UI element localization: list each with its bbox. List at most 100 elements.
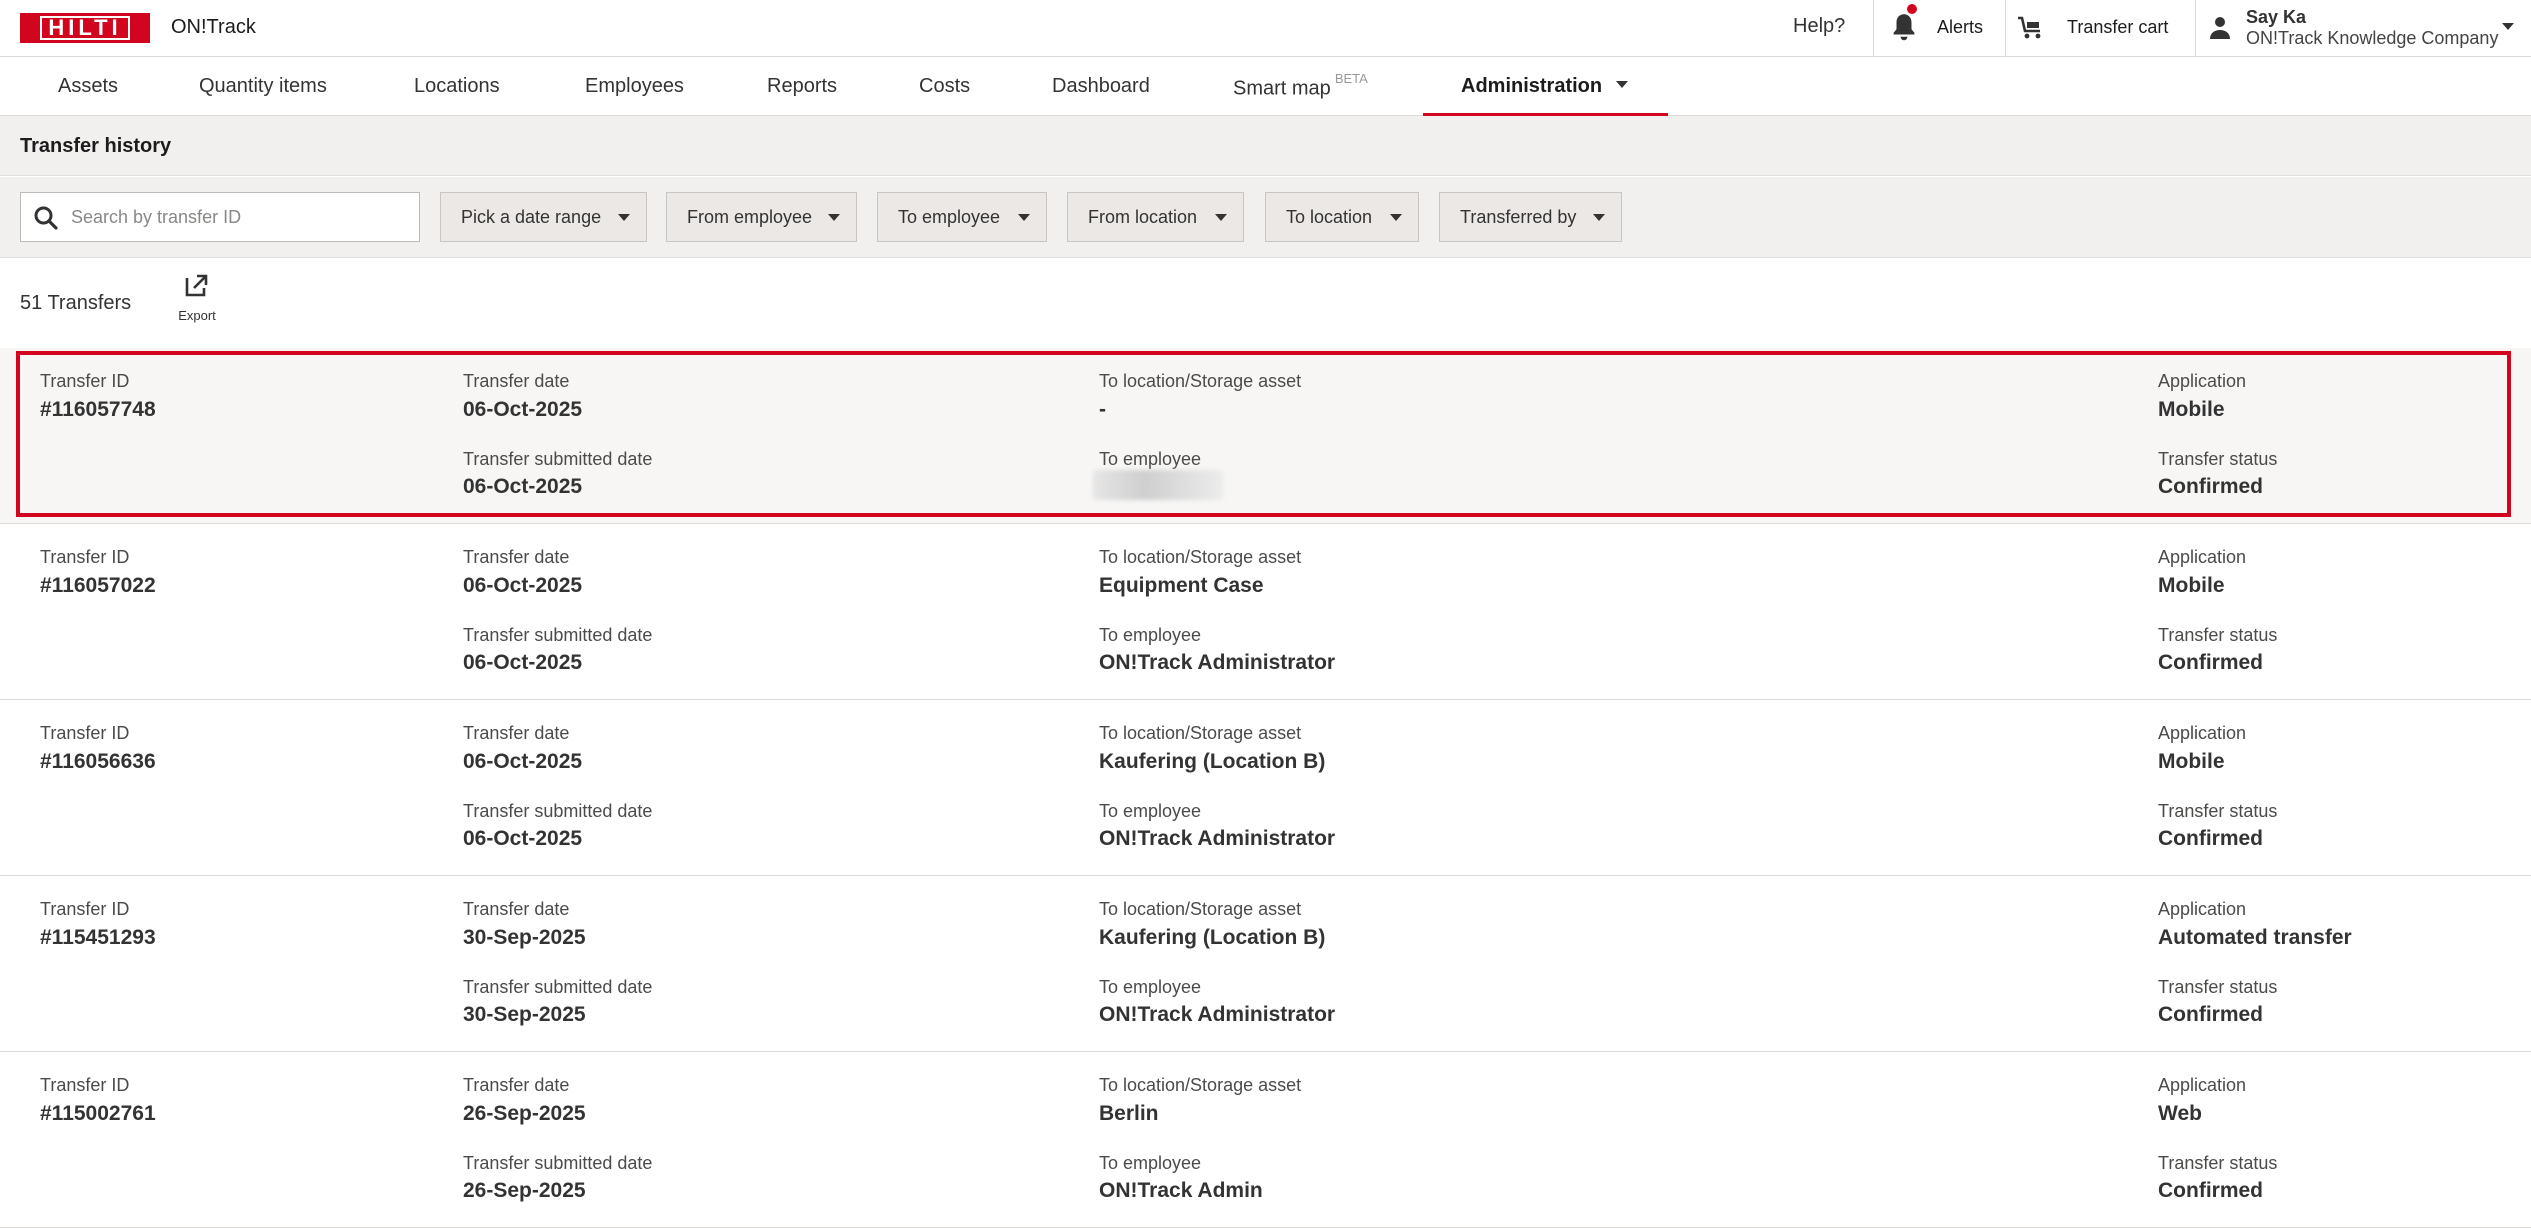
transfer-status-label: Transfer status (2158, 977, 2278, 997)
submitted-date-label: Transfer submitted date (463, 977, 653, 997)
transfer-id-value: #116056636 (40, 750, 156, 773)
from-location-filter-label: From location (1088, 206, 1198, 227)
nav-item-smart-map[interactable]: Smart map BETA (1233, 71, 1368, 101)
to-location-value: Kaufering (Location B) (1099, 926, 1326, 949)
nav-item-dashboard[interactable]: Dashboard (1052, 75, 1150, 98)
application-value: Mobile (2158, 398, 2225, 421)
nav-item-reports[interactable]: Reports (767, 75, 837, 98)
nav-item-quantity-items[interactable]: Quantity items (199, 75, 327, 98)
help-link[interactable]: Help? (1793, 15, 1845, 38)
submitted-date-value: 26-Sep-2025 (463, 1179, 586, 1202)
transfer-row[interactable]: Transfer ID #115002761 Transfer date 26-… (0, 1052, 2531, 1228)
bell-icon[interactable] (1890, 12, 1918, 42)
application-value: Mobile (2158, 750, 2225, 773)
cart-icon[interactable] (2016, 14, 2046, 42)
submitted-date-value: 06-Oct-2025 (463, 827, 583, 850)
transfer-row[interactable]: Transfer ID #116056636 Transfer date 06-… (0, 700, 2531, 876)
from-employee-filter-label: From employee (687, 206, 813, 227)
nav-item-costs[interactable]: Costs (919, 75, 970, 98)
submitted-date-label: Transfer submitted date (463, 1153, 653, 1173)
user-name[interactable]: Say Ka (2246, 7, 2306, 28)
transfer-count: 51 Transfers (20, 292, 132, 314)
date-range-filter[interactable]: Pick a date range (440, 192, 647, 242)
transfer-id-label: Transfer ID (40, 371, 130, 391)
nav-item-administration-label: Administration (1461, 75, 1603, 97)
to-employee-label: To employee (1099, 625, 1202, 645)
transfer-id-label: Transfer ID (40, 723, 130, 743)
header-divider (2195, 0, 2196, 57)
application-label: Application (2158, 723, 2247, 743)
search-icon (34, 206, 58, 230)
to-employee-filter-label: To employee (898, 206, 1001, 227)
to-location-filter[interactable]: To location (1265, 192, 1419, 242)
nav-item-employees[interactable]: Employees (585, 75, 684, 98)
export-button[interactable]: Export (170, 272, 224, 332)
to-employee-value: ON!Track Administrator (1099, 827, 1336, 850)
transfer-row[interactable]: Transfer ID #115451293 Transfer date 30-… (0, 876, 2531, 1052)
alerts-link[interactable]: Alerts (1937, 17, 1983, 38)
transfer-id-label: Transfer ID (40, 1075, 130, 1095)
top-bar: HILTI ON!Track Help? Alerts Transfer car… (0, 0, 2531, 57)
caret-down-icon (1390, 214, 1402, 221)
search-input[interactable] (69, 193, 414, 241)
transfer-status-value: Confirmed (2158, 475, 2263, 498)
application-value: Web (2158, 1102, 2202, 1125)
transfer-status-label: Transfer status (2158, 625, 2278, 645)
transfer-date-value: 26-Sep-2025 (463, 1102, 586, 1125)
caret-down-icon (1215, 214, 1227, 221)
from-location-filter[interactable]: From location (1067, 192, 1244, 242)
transfer-date-label: Transfer date (463, 1075, 570, 1095)
transfer-id-value: #116057748 (40, 398, 156, 421)
header-divider (2005, 0, 2006, 57)
transfer-list: Transfer ID #116057748 Transfer date 06-… (0, 348, 2531, 1228)
chevron-down-icon[interactable] (2502, 23, 2514, 30)
from-employee-filter[interactable]: From employee (666, 192, 857, 242)
application-value: Mobile (2158, 574, 2225, 597)
application-value: Automated transfer (2158, 926, 2352, 949)
transfer-row[interactable]: Transfer ID #116057022 Transfer date 06-… (0, 524, 2531, 700)
transfer-row[interactable]: Transfer ID #116057748 Transfer date 06-… (0, 348, 2531, 524)
transfer-status-label: Transfer status (2158, 1153, 2278, 1173)
caret-down-icon (828, 214, 840, 221)
app-name: ON!Track (171, 16, 256, 38)
application-label: Application (2158, 371, 2247, 391)
submitted-date-label: Transfer submitted date (463, 625, 653, 645)
submitted-date-value: 06-Oct-2025 (463, 475, 583, 498)
transfer-id-value: #116057022 (40, 574, 156, 597)
to-location-label: To location/Storage asset (1099, 547, 1302, 567)
header-divider (1873, 0, 1874, 57)
user-icon[interactable] (2208, 15, 2232, 41)
nav-item-assets[interactable]: Assets (58, 75, 118, 98)
transfer-id-label: Transfer ID (40, 547, 130, 567)
to-employee-value: ON!Track Admin (1099, 1179, 1263, 1202)
transfer-date-value: 06-Oct-2025 (463, 574, 583, 597)
chevron-down-icon (1616, 81, 1629, 89)
nav-item-administration[interactable]: Administration (1461, 75, 1629, 98)
transfer-status-value: Confirmed (2158, 1179, 2263, 1202)
transfer-date-label: Transfer date (463, 899, 570, 919)
submitted-date-value: 30-Sep-2025 (463, 1003, 586, 1026)
hilti-logo[interactable]: HILTI (20, 13, 150, 43)
user-company[interactable]: ON!Track Knowledge Company (2246, 28, 2498, 49)
main-navigation: Assets Quantity items Locations Employee… (0, 57, 2531, 116)
transfer-cart-link[interactable]: Transfer cart (2067, 17, 2168, 38)
page-title: Transfer history (20, 135, 172, 157)
application-label: Application (2158, 899, 2247, 919)
search-box[interactable] (20, 192, 420, 242)
transferred-by-filter[interactable]: Transferred by (1439, 192, 1622, 242)
transfer-id-value: #115451293 (40, 926, 156, 949)
alerts-notification-dot (1907, 4, 1917, 14)
application-label: Application (2158, 547, 2247, 567)
submitted-date-value: 06-Oct-2025 (463, 651, 583, 674)
transfer-date-value: 06-Oct-2025 (463, 398, 583, 421)
nav-item-locations[interactable]: Locations (414, 75, 500, 98)
submitted-date-label: Transfer submitted date (463, 449, 653, 469)
date-range-filter-label: Pick a date range (461, 206, 602, 227)
transfer-status-value: Confirmed (2158, 651, 2263, 674)
to-employee-label: To employee (1099, 1153, 1202, 1173)
to-employee-label: To employee (1099, 449, 1202, 469)
nav-item-smart-map-label: Smart map (1233, 77, 1331, 100)
redacted-employee-name (1093, 470, 1223, 500)
to-employee-filter[interactable]: To employee (877, 192, 1047, 242)
transfer-date-label: Transfer date (463, 547, 570, 567)
